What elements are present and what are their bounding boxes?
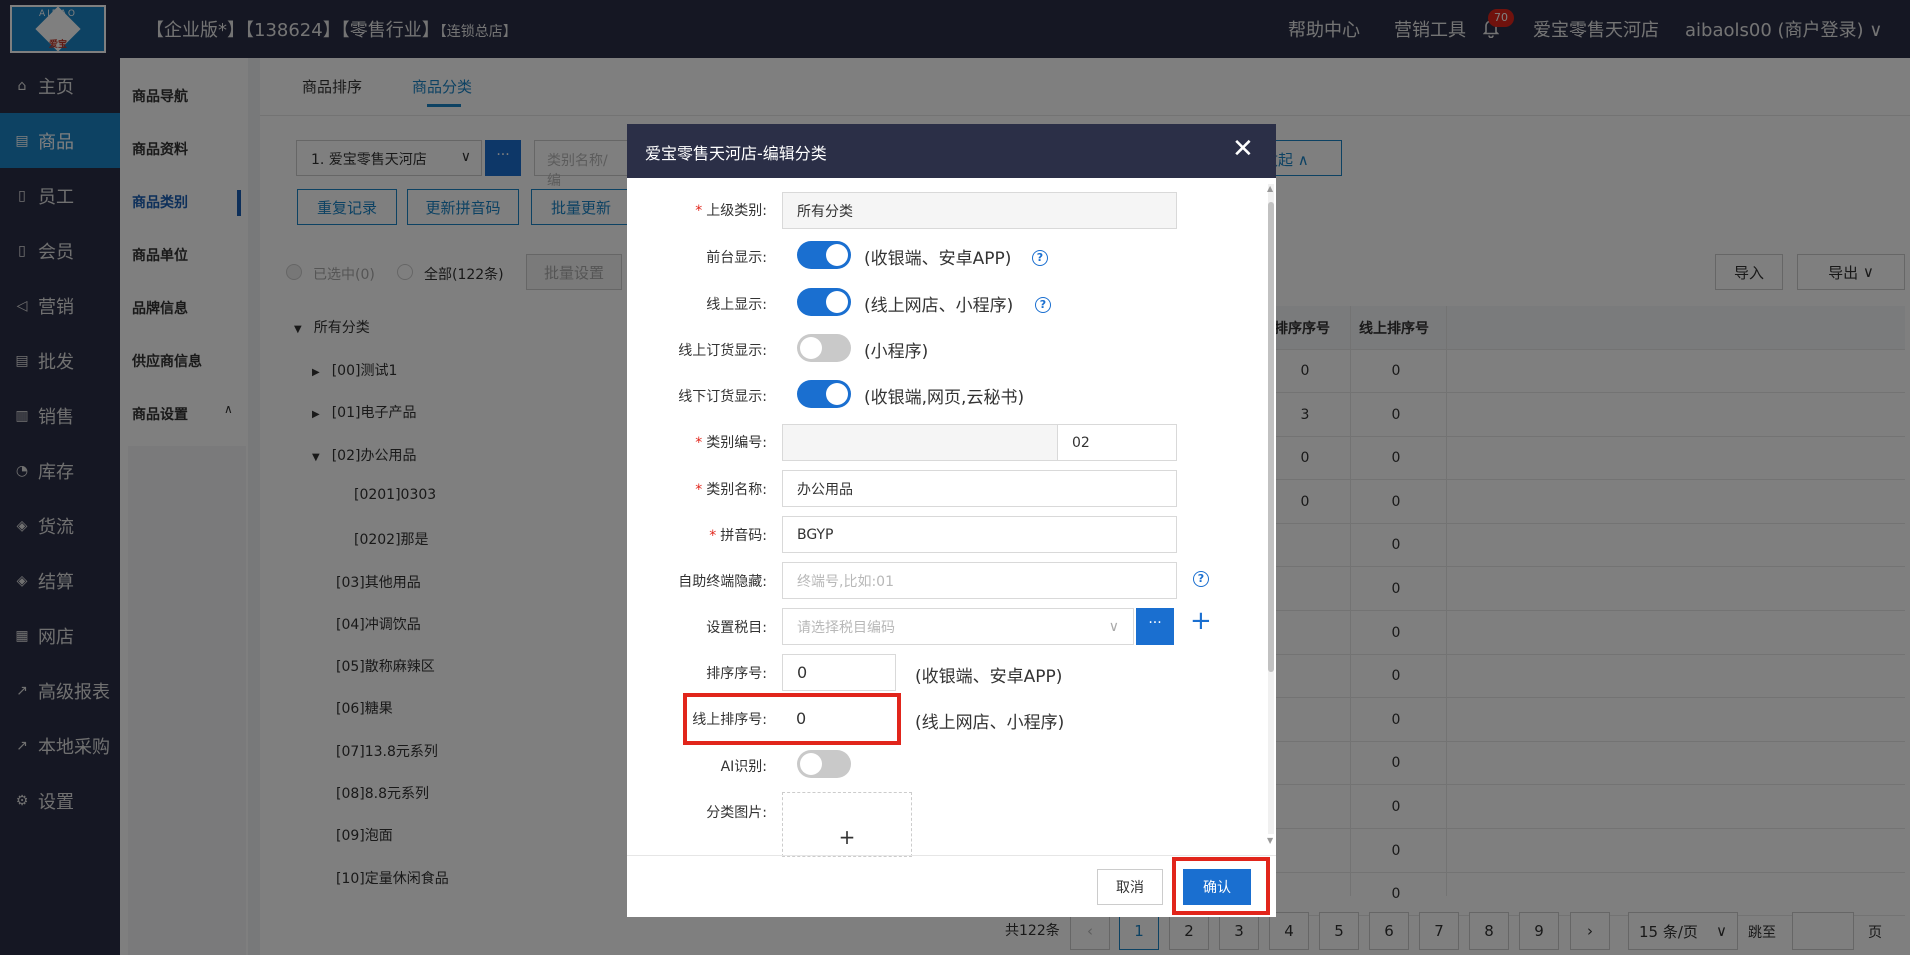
online-display-hint: (线上网店、小程序) [864, 296, 1014, 316]
sort-number-hint: (收银端、安卓APP) [915, 667, 1063, 687]
confirm-button[interactable]: 确认 [1183, 869, 1251, 905]
ai-recognition-toggle[interactable] [797, 750, 851, 778]
category-image-label: 分类图片: [706, 805, 767, 821]
scroll-down-icon[interactable]: ▼ [1267, 836, 1273, 845]
online-sort-label: 线上排序号: [692, 712, 767, 728]
front-display-hint: (收银端、安卓APP) [864, 249, 1012, 269]
dialog-title: 爱宝零售天河店-编辑分类 [645, 144, 827, 163]
category-code-label: * 类别编号: [695, 435, 767, 451]
cancel-button[interactable]: 取消 [1097, 869, 1163, 905]
terminal-hide-label: 自助终端隐藏: [678, 574, 767, 590]
tax-label: 设置税目: [706, 620, 767, 636]
tax-more-button[interactable]: ··· [1136, 608, 1174, 645]
category-name-input[interactable]: 办公用品 [782, 470, 1177, 507]
scroll-up-icon[interactable]: ▲ [1267, 184, 1273, 193]
parent-category-label: * 上级类别: [695, 203, 767, 219]
online-display-label: 线上显示: [706, 297, 767, 313]
parent-category-field[interactable]: 所有分类 [782, 192, 1177, 229]
front-display-toggle[interactable] [797, 241, 851, 269]
help-icon[interactable]: ? [1032, 250, 1048, 266]
help-icon[interactable]: ? [1035, 297, 1051, 313]
category-code-prefix [782, 424, 1058, 461]
close-icon[interactable]: ✕ [1232, 136, 1254, 162]
pinyin-label: * 拼音码: [709, 528, 767, 544]
offline-order-toggle[interactable] [797, 380, 851, 408]
online-display-toggle[interactable] [797, 288, 851, 316]
image-upload-icon[interactable]: + [782, 792, 912, 857]
online-sort-hint: (线上网店、小程序) [915, 713, 1065, 733]
tax-select[interactable]: 请选择税目编码 ∨ [782, 608, 1134, 645]
offline-order-hint: (收银端,网页,云秘书) [864, 388, 1025, 408]
add-icon[interactable]: + [1190, 606, 1212, 636]
terminal-hide-input[interactable]: 终端号,比如:01 [782, 562, 1177, 599]
offline-order-label: 线下订货显示: [678, 389, 767, 405]
sort-number-input[interactable]: 0 [782, 654, 896, 691]
sort-number-label: 排序序号: [706, 666, 767, 682]
ai-recognition-label: AI识别: [720, 759, 767, 775]
edit-category-dialog: 爱宝零售天河店-编辑分类 ✕ ▲ ▼ * 上级类别: 所有分类 前台显示: (收银… [627, 124, 1276, 917]
dialog-scrollbar-thumb[interactable] [1268, 202, 1274, 672]
category-code-input[interactable]: 02 [1057, 424, 1177, 461]
help-icon[interactable]: ? [1193, 571, 1209, 587]
online-sort-input[interactable]: 0 [782, 700, 896, 737]
online-order-hint: (小程序) [864, 342, 929, 362]
front-display-label: 前台显示: [706, 250, 767, 266]
category-name-label: * 类别名称: [695, 482, 767, 498]
chevron-down-icon: ∨ [1108, 618, 1119, 635]
online-order-toggle[interactable] [797, 334, 851, 362]
online-order-label: 线上订货显示: [678, 343, 767, 359]
pinyin-input[interactable]: BGYP [782, 516, 1177, 553]
